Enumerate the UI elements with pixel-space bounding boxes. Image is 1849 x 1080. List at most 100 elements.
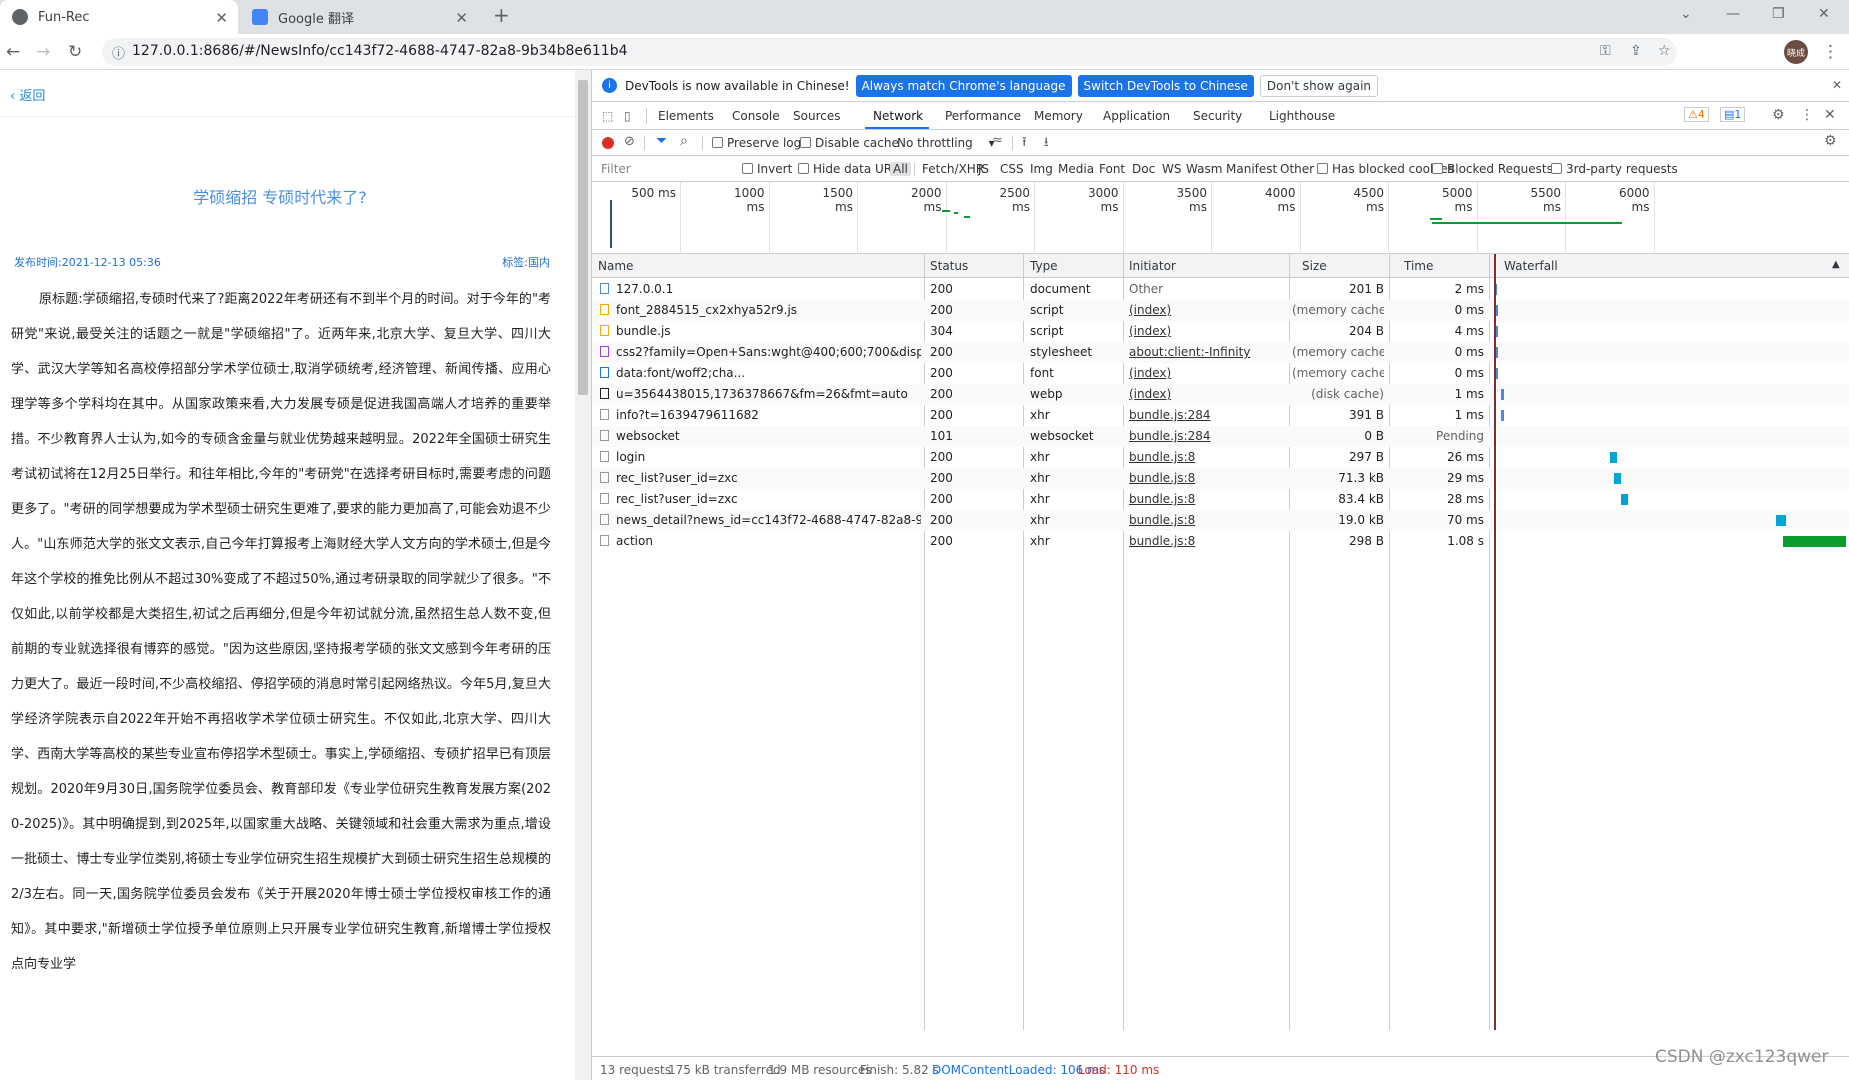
disable-cache-checkbox[interactable]: Disable cache (800, 136, 899, 150)
filter-type-doc[interactable]: Doc (1132, 162, 1155, 176)
tab-console[interactable]: Console (732, 109, 780, 123)
table-row[interactable]: login 200 xhr bundle.js:8 297 B 26 ms (592, 447, 1849, 468)
table-row[interactable]: rec_list?user_id=zxc 200 xhr bundle.js:8 71.… (592, 468, 1849, 489)
request-initiator[interactable]: bundle.js:284 (1129, 429, 1287, 443)
filter-type-css[interactable]: CSS (1000, 162, 1024, 176)
tab-memory[interactable]: Memory (1034, 109, 1083, 123)
third-party-checkbox[interactable]: 3rd-party requests (1551, 162, 1678, 176)
request-initiator[interactable]: (index) (1129, 387, 1287, 401)
network-conditions-icon[interactable]: ≈ (992, 133, 1003, 148)
table-row[interactable]: u=3564438015,1736378667&fm=26&fmt=auto 20… (592, 384, 1849, 405)
request-time: 1 ms (1454, 408, 1484, 422)
gear-icon[interactable]: ⚙ (1824, 133, 1837, 149)
star-icon[interactable]: ☆ (1658, 43, 1671, 59)
avatar[interactable]: 晓成 (1784, 40, 1808, 64)
share-icon[interactable]: ⇪ (1630, 43, 1642, 59)
table-row[interactable]: font_2884515_cx2xhya52r9.js 200 script (ind… (592, 300, 1849, 321)
request-initiator[interactable]: (index) (1129, 366, 1287, 380)
filter-type-ws[interactable]: WS (1162, 162, 1181, 176)
request-initiator[interactable]: bundle.js:8 (1129, 492, 1287, 506)
minimize-button[interactable]: — (1726, 6, 1740, 22)
restore-button[interactable]: ❐ (1772, 6, 1785, 22)
device-toolbar-icon[interactable]: ▯ (624, 109, 631, 123)
network-overview[interactable]: 500 ms 1000 ms 1500 ms 2000 ms 2500 ms 3000 m… (592, 182, 1849, 254)
kebab-menu-icon[interactable]: ⋮ (1800, 107, 1814, 123)
tab-network[interactable]: Network (873, 109, 923, 123)
search-icon[interactable]: ⌕ (680, 133, 688, 149)
messages-badge[interactable]: ▤1 (1720, 107, 1746, 122)
table-row[interactable]: bundle.js 304 script (index) 204 B 4 ms (592, 321, 1849, 342)
request-type: xhr (1030, 534, 1050, 548)
download-icon[interactable]: ⭳ (1044, 133, 1049, 155)
close-window-button[interactable]: ✕ (1818, 6, 1830, 22)
reload-icon[interactable]: ↻ (68, 42, 82, 62)
kebab-menu-icon[interactable]: ⋮ (1822, 42, 1839, 62)
back-link[interactable]: ‹ 返回 (10, 85, 45, 104)
filter-type-manifest[interactable]: Manifest (1226, 162, 1277, 176)
close-icon[interactable]: ✕ (215, 9, 228, 27)
tab-lighthouse[interactable]: Lighthouse (1269, 109, 1335, 123)
upload-icon[interactable]: ⭱ (1022, 133, 1027, 155)
filter-type-font[interactable]: Font (1099, 162, 1125, 176)
table-row[interactable]: news_detail?news_id=cc143f72-4688-4747-8… (592, 510, 1849, 531)
tab-sources[interactable]: Sources (793, 109, 840, 123)
request-initiator[interactable]: bundle.js:284 (1129, 408, 1287, 422)
request-initiator[interactable]: bundle.js:8 (1129, 534, 1287, 548)
filter-input[interactable]: Filter (596, 159, 736, 178)
tab-elements[interactable]: Elements (658, 109, 714, 123)
table-row[interactable]: data:font/woff2;cha... 200 font (index) (mem… (592, 363, 1849, 384)
request-initiator[interactable]: bundle.js:8 (1129, 450, 1287, 464)
switch-chinese-button[interactable]: Switch DevTools to Chinese (1077, 74, 1254, 97)
tab-search-icon[interactable]: ⌄ (1680, 6, 1692, 22)
filter-type-wasm[interactable]: Wasm (1186, 162, 1222, 176)
filter-type-fetch-xhr[interactable]: Fetch/XHR (922, 162, 984, 176)
tab-security[interactable]: Security (1193, 109, 1242, 123)
tab-performance[interactable]: Performance (945, 109, 1021, 123)
preserve-log-checkbox[interactable]: Preserve log (712, 136, 801, 150)
table-row[interactable]: rec_list?user_id=zxc 200 xhr bundle.js:8 83.… (592, 489, 1849, 510)
sort-up-icon[interactable]: ▲ (1832, 259, 1840, 270)
forward-arrow-icon[interactable]: → (36, 42, 50, 62)
request-initiator[interactable]: bundle.js:8 (1129, 513, 1287, 527)
scrollbar-thumb[interactable] (578, 80, 588, 395)
table-row[interactable]: 127.0.0.1 200 document Other 201 B 2 ms (592, 279, 1849, 300)
filter-type-img[interactable]: Img (1030, 162, 1053, 176)
browser-tab-google-translate[interactable]: Google 翻译 ✕ (240, 0, 478, 34)
table-row[interactable]: css2?family=Open+Sans:wght@400;600;700&d… (592, 342, 1849, 363)
warnings-badge[interactable]: ⚠4 (1684, 107, 1709, 122)
match-language-button[interactable]: Always match Chrome's language (855, 74, 1072, 97)
tab-application[interactable]: Application (1103, 109, 1170, 123)
new-tab-button[interactable]: + (493, 3, 510, 27)
column-waterfall[interactable]: Waterfall (1504, 259, 1558, 273)
gear-icon[interactable]: ⚙ (1772, 107, 1785, 123)
blocked-requests-checkbox[interactable]: Blocked Requests (1432, 162, 1553, 176)
record-icon[interactable] (602, 137, 614, 149)
filter-type-all[interactable]: All (890, 162, 911, 176)
inspect-icon[interactable]: ⬚ (602, 109, 613, 123)
close-icon[interactable]: ✕ (1832, 78, 1842, 92)
request-initiator[interactable]: bundle.js:8 (1129, 471, 1287, 485)
browser-tab-fun-rec[interactable]: Fun-Rec ✕ (0, 0, 238, 34)
url-text[interactable]: 127.0.0.1:8686/#/NewsInfo/cc143f72-4688-… (132, 43, 628, 59)
filter-type-other[interactable]: Other (1280, 162, 1314, 176)
filter-type-js[interactable]: JS (978, 162, 989, 176)
dont-show-again-button[interactable]: Don't show again (1259, 74, 1379, 97)
request-initiator[interactable]: (index) (1129, 303, 1287, 317)
throttling-select[interactable]: No throttling ▾ (897, 136, 995, 150)
info-icon[interactable]: ⓘ (112, 43, 125, 62)
clear-icon[interactable]: ⊘ (624, 134, 635, 149)
page-scrollbar[interactable] (575, 70, 591, 1080)
request-initiator[interactable]: (index) (1129, 324, 1287, 338)
close-icon[interactable]: ✕ (1824, 107, 1836, 123)
key-icon[interactable]: ⚿ (1600, 43, 1611, 59)
filter-icon[interactable]: ⏷ (656, 133, 667, 149)
filter-type-media[interactable]: Media (1058, 162, 1094, 176)
back-arrow-icon[interactable]: ← (6, 42, 20, 62)
table-row[interactable]: action 200 xhr bundle.js:8 298 B 1.08 s (592, 531, 1849, 552)
table-row[interactable]: info?t=1639479611682 200 xhr bundle.js:284 3… (592, 405, 1849, 426)
omnibox[interactable]: ⓘ 127.0.0.1:8686/#/NewsInfo/cc143f72-468… (102, 38, 1677, 66)
close-icon[interactable]: ✕ (455, 9, 468, 27)
request-initiator[interactable]: about:client:-Infinity (1129, 345, 1287, 359)
invert-checkbox[interactable]: Invert (742, 162, 792, 176)
table-row[interactable]: websocket 101 websocket bundle.js:284 0 B Pen… (592, 426, 1849, 447)
